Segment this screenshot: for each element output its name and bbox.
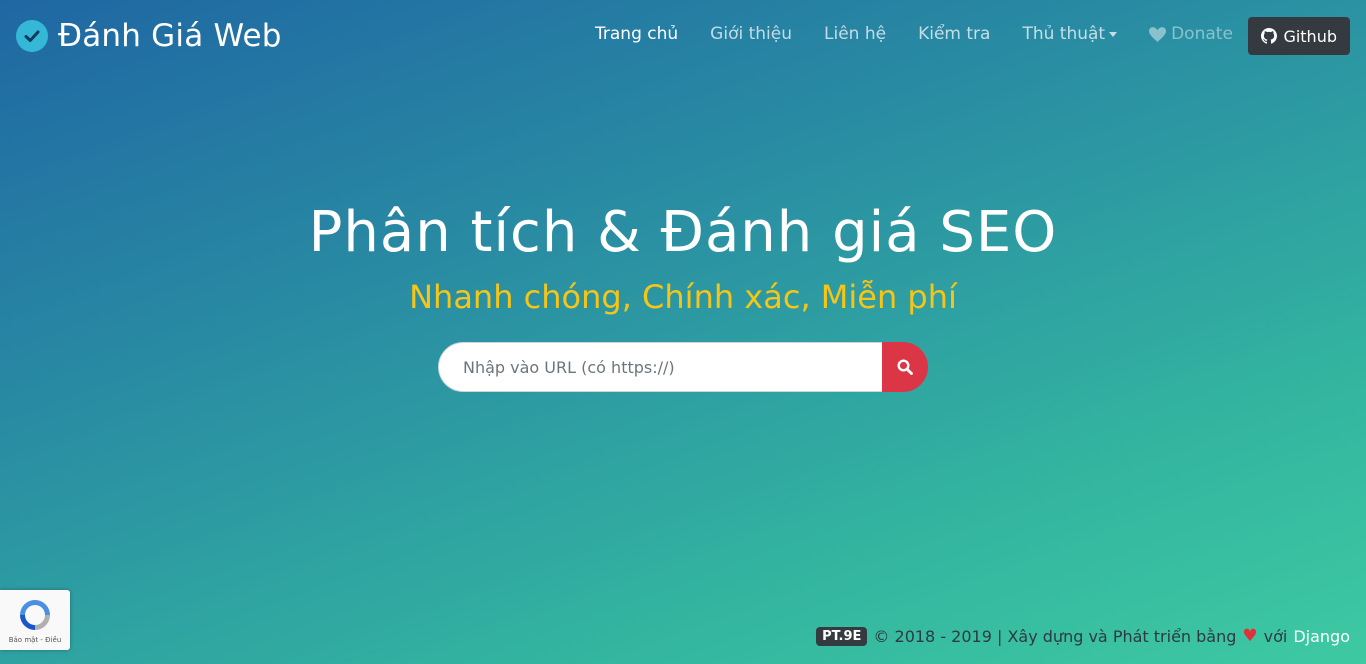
heart-icon: ♥ <box>1242 626 1258 646</box>
nav-menu: Trang chủ Giới thiệu Liên hệ Kiểm tra Th… <box>595 24 1233 44</box>
url-input[interactable] <box>438 342 882 392</box>
recaptcha-badge[interactable]: Bảo mật - Điều <box>0 590 70 650</box>
nav-item-check[interactable]: Kiểm tra <box>918 24 990 44</box>
nav-item-about[interactable]: Giới thiệu <box>710 24 792 44</box>
github-label: Github <box>1283 26 1337 46</box>
heart-icon <box>1149 26 1167 42</box>
search-button[interactable] <box>882 342 928 392</box>
django-link[interactable]: Django <box>1293 627 1350 646</box>
brand-title: Đánh Giá Web <box>58 18 282 54</box>
donate-label: Donate <box>1171 24 1233 44</box>
search-form <box>438 342 928 392</box>
hero-title: Phân tích & Đánh giá SEO <box>308 200 1058 265</box>
github-button[interactable]: Github <box>1248 17 1350 55</box>
hero-subtitle: Nhanh chóng, Chính xác, Miễn phí <box>409 278 957 316</box>
footer-copyright: © 2018 - 2019 | Xây dựng và Phát triển b… <box>873 626 1237 646</box>
nav-item-home[interactable]: Trang chủ <box>595 24 678 44</box>
recaptcha-icon <box>20 600 50 630</box>
navbar: Đánh Giá Web Trang chủ Giới thiệu Liên h… <box>0 0 1366 72</box>
github-icon <box>1261 28 1278 44</box>
brand-link[interactable]: Đánh Giá Web <box>16 18 282 54</box>
nav-item-tips-dropdown[interactable]: Thủ thuật <box>1022 24 1118 44</box>
footer: PT.9E © 2018 - 2019 | Xây dựng và Phát t… <box>816 624 1350 648</box>
recaptcha-text: Bảo mật - Điều <box>8 636 62 644</box>
check-circle-icon <box>16 20 48 52</box>
footer-with: với <box>1263 626 1288 646</box>
search-icon <box>897 359 913 375</box>
nav-item-tips-label: Thủ thuật <box>1022 24 1106 44</box>
donate-link[interactable]: Donate <box>1149 24 1233 44</box>
caret-down-icon <box>1109 31 1118 37</box>
nav-item-contact[interactable]: Liên hệ <box>824 24 886 44</box>
version-badge: PT.9E <box>816 626 868 646</box>
